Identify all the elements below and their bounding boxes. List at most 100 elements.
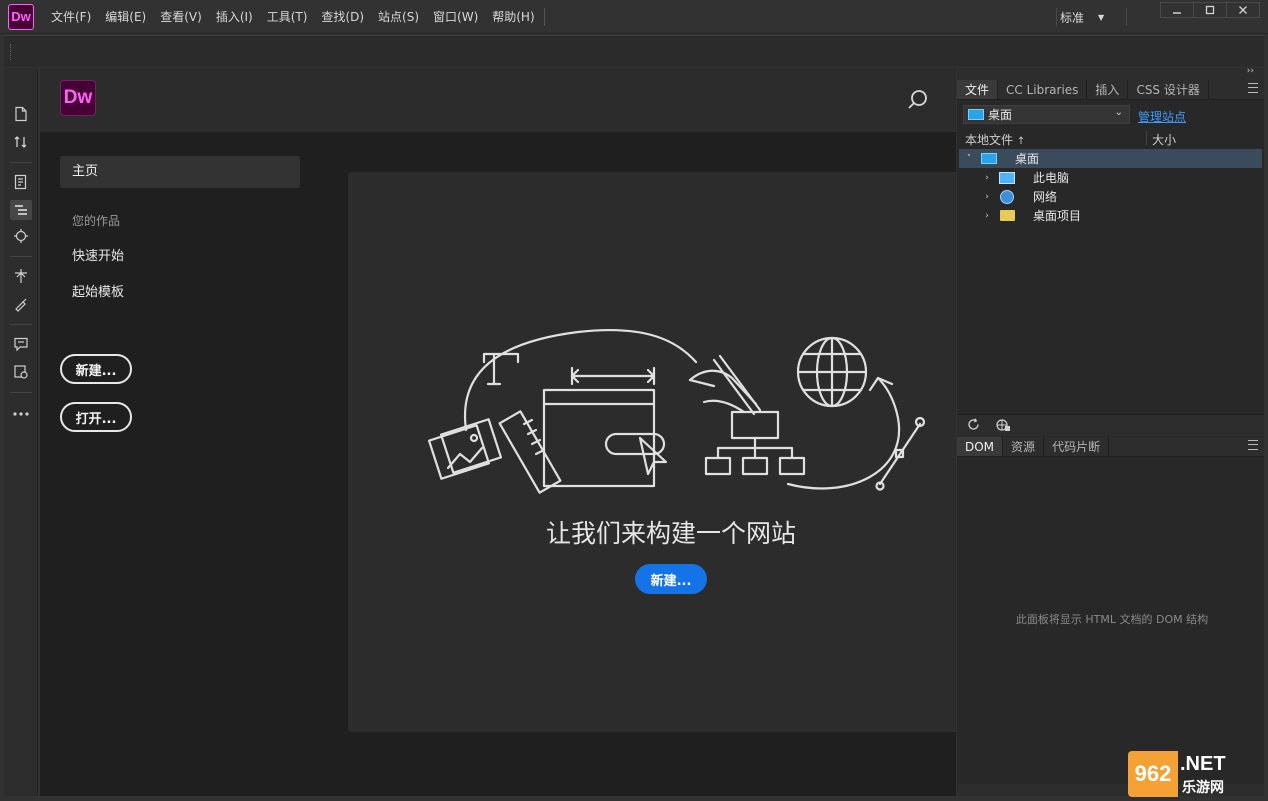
nav-starter-templates[interactable]: 起始模板: [60, 283, 300, 303]
menu-edit[interactable]: 编辑(E): [98, 0, 153, 34]
separator: [1056, 8, 1057, 26]
network-icon: [1000, 189, 1014, 204]
dom-tabbar: DOM 资源 代码片断: [957, 437, 1264, 457]
site-select[interactable]: 桌面 ⌄: [963, 105, 1130, 124]
open-button[interactable]: 打开...: [60, 402, 132, 432]
watermark: 962 .NET 乐游网: [1128, 751, 1264, 797]
tree-row-this-pc[interactable]: › 此电脑: [959, 168, 1262, 187]
transfer-icon[interactable]: [10, 132, 32, 152]
tree-label: 桌面: [1015, 152, 1040, 166]
more-icon[interactable]: [10, 404, 32, 424]
panel-collapse-strip[interactable]: ››: [957, 66, 1264, 80]
site-select-value: 桌面: [988, 108, 1013, 122]
rail-separator: [10, 256, 32, 257]
start-screen: Dw 主页 您的作品 快速开始 起始模板 新建... 打开... 让我们来构建一…: [40, 68, 956, 796]
chevron-down-icon[interactable]: ˅: [963, 154, 975, 164]
sort-up-icon: ↑: [1016, 136, 1026, 147]
menu-separator: [543, 7, 545, 26]
new-document-icon[interactable]: [10, 104, 32, 124]
computer-icon: [999, 171, 1015, 184]
menu-tools[interactable]: 工具(T): [260, 0, 315, 34]
new-button[interactable]: 新建...: [60, 354, 132, 384]
watermark-net: .NET: [1180, 753, 1226, 775]
preview-icon[interactable]: [10, 362, 32, 382]
search-icon[interactable]: [906, 88, 930, 112]
hero-new-button[interactable]: 新建...: [635, 564, 707, 594]
menu-window[interactable]: 窗口(W): [426, 0, 485, 34]
tab-insert[interactable]: 插入: [1087, 80, 1129, 99]
menu-find[interactable]: 查找(D): [314, 0, 371, 34]
nav-section-your-work: 您的作品: [72, 214, 121, 228]
rail-separator: [10, 392, 32, 393]
menu-bar: 文件(F) 编辑(E) 查看(V) 插入(I) 工具(T) 查找(D) 站点(S…: [44, 0, 545, 33]
tab-snippets[interactable]: 代码片断: [1044, 437, 1110, 456]
manage-sites-link[interactable]: 管理站点: [1138, 108, 1186, 125]
tab-dom[interactable]: DOM: [957, 437, 1004, 456]
target-icon[interactable]: [10, 226, 32, 246]
close-icon: [1239, 6, 1247, 14]
dw-logo: Dw: [60, 80, 96, 116]
column-local-files[interactable]: 本地文件 ↑: [965, 131, 1025, 148]
start-header: Dw: [40, 68, 956, 132]
inspect-icon[interactable]: [10, 172, 32, 192]
chevron-right-icon[interactable]: ›: [981, 173, 993, 183]
desktop-icon: [968, 109, 984, 120]
tab-cc-libraries[interactable]: CC Libraries: [998, 80, 1088, 99]
website-illustration: [427, 328, 926, 494]
tree-row-network[interactable]: › 网络: [959, 187, 1262, 206]
hero-title: 让我们来构建一个网站: [545, 519, 796, 548]
refresh-icon[interactable]: [967, 418, 980, 435]
rail-separator: [10, 162, 32, 163]
watermark-mark: 962: [1128, 751, 1178, 797]
hero-card: 让我们来构建一个网站 新建...: [348, 172, 956, 732]
toolbar-grip[interactable]: [10, 44, 12, 60]
menu-site[interactable]: 站点(S): [371, 0, 426, 34]
folder-icon: [1000, 210, 1015, 221]
dom-empty-message: 此面板将显示 HTML 文档的 DOM 结构: [1015, 613, 1209, 626]
tab-css-designer[interactable]: CSS 设计器: [1128, 80, 1209, 99]
workspace-label: 标准: [1060, 10, 1085, 25]
panel-menu-icon[interactable]: [1248, 440, 1258, 450]
tree-row-desktop[interactable]: ˅ 桌面: [959, 149, 1262, 168]
chevron-right-icon[interactable]: ›: [981, 192, 993, 202]
expand-icon[interactable]: [10, 266, 32, 286]
minimize-button[interactable]: [1160, 2, 1194, 18]
panel-menu-icon[interactable]: [1248, 83, 1258, 93]
tab-assets[interactable]: 资源: [1003, 437, 1045, 456]
chevron-right-icon[interactable]: ›: [981, 211, 993, 221]
column-divider[interactable]: [1146, 131, 1147, 145]
column-local-label: 本地文件: [965, 133, 1014, 147]
tab-files[interactable]: 文件: [957, 80, 999, 99]
comment-icon[interactable]: [10, 334, 32, 354]
tool-rail: [4, 68, 38, 796]
nav-quick-start[interactable]: 快速开始: [60, 247, 300, 267]
tree-label: 桌面项目: [1033, 209, 1082, 223]
workspace-switcher[interactable]: 标准 ▼: [1060, 0, 1104, 34]
chevron-down-icon: ▼: [1098, 12, 1105, 22]
close-button[interactable]: [1226, 2, 1260, 18]
menu-insert[interactable]: 插入(I): [209, 0, 260, 34]
window-controls: [1160, 2, 1260, 18]
chevron-down-icon: ⌄: [1114, 107, 1123, 118]
connect-icon[interactable]: [995, 418, 1011, 436]
toolbar: [4, 35, 1264, 67]
menu-help[interactable]: 帮助(H): [485, 0, 541, 34]
menu-file[interactable]: 文件(F): [44, 0, 98, 34]
nav-home[interactable]: 主页: [60, 156, 300, 188]
maximize-button[interactable]: [1193, 2, 1227, 18]
rail-separator: [10, 324, 32, 325]
desktop-icon: [981, 153, 997, 164]
column-size[interactable]: 大小: [1152, 131, 1176, 148]
minimize-icon: [1173, 12, 1181, 14]
watermark-sub: 乐游网: [1182, 780, 1224, 796]
files-columns: 本地文件 ↑ 大小: [957, 129, 1264, 148]
brush-icon[interactable]: [10, 294, 32, 314]
collapse-icon: ››: [1246, 66, 1254, 76]
right-panel-dock: ›› 文件 CC Libraries 插入 CSS 设计器 桌面 ⌄ 管理站点 …: [957, 66, 1264, 796]
maximize-icon: [1205, 5, 1215, 15]
tree-label: 此电脑: [1033, 171, 1070, 185]
menu-view[interactable]: 查看(V): [153, 0, 209, 34]
tree-row-desktop-items[interactable]: › 桌面项目: [959, 206, 1262, 225]
structure-icon[interactable]: [10, 200, 32, 220]
separator: [1126, 8, 1127, 26]
